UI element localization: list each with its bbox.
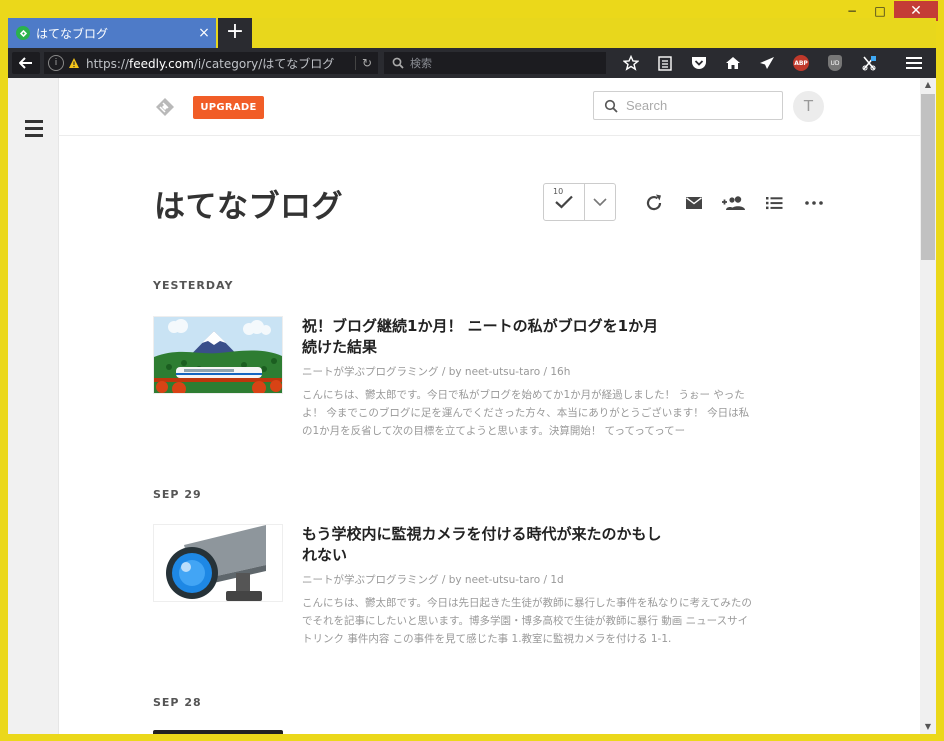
article-summary[interactable]: こんにちは、鬱太郎です。今日で私がブログを始めてか1か月が経過しました！ うぉー… — [302, 386, 754, 440]
search-icon — [604, 99, 618, 113]
reload-icon[interactable]: ↻ — [355, 56, 378, 70]
article-entry[interactable]: もう学校内に監視カメラを付ける時代が来たのかもしれない ニートが学ぶプログラミン… — [153, 524, 773, 654]
abp-label: ABP — [793, 55, 809, 71]
refresh-icon — [646, 194, 662, 211]
section-header-sep28: SEP 28 — [153, 696, 202, 709]
feedly-header: UPGRADE T — [58, 78, 920, 136]
add-people-icon — [722, 196, 745, 210]
mountain-train-illustration — [154, 317, 282, 393]
page-title: はてなブログ — [154, 189, 343, 225]
scrollbar-thumb[interactable] — [921, 94, 935, 260]
section-header-yesterday: YESTERDAY — [153, 279, 234, 292]
browser-menu-icon[interactable] — [902, 52, 926, 74]
feedly-search-box[interactable] — [593, 91, 783, 120]
tab-active[interactable]: はてなブログ × — [8, 18, 216, 48]
url-text[interactable]: https://feedly.com/i/category/はてなブログ — [86, 55, 355, 72]
more-horizontal-icon — [805, 201, 823, 205]
chevron-down-icon — [593, 198, 607, 206]
search-input[interactable] — [624, 97, 768, 114]
article-thumbnail[interactable] — [153, 730, 283, 734]
info-icon[interactable]: i — [48, 55, 64, 71]
section-header-sep29: SEP 29 — [153, 488, 202, 501]
article-meta[interactable]: ニートが学ぶプログラミング / by neet-utsu-taro / 16h — [302, 364, 570, 379]
feedly-favicon-icon — [16, 26, 30, 40]
refresh-button[interactable] — [634, 190, 674, 216]
adblock-plus-icon[interactable]: ABP — [784, 52, 818, 74]
url-path: /i/category/はてなブログ — [193, 56, 335, 71]
new-tab-button[interactable]: + — [218, 18, 252, 48]
back-arrow-icon — [19, 57, 32, 69]
email-button[interactable] — [674, 190, 714, 216]
url-domain: feedly.com — [129, 56, 194, 71]
email-icon — [686, 197, 702, 209]
page-viewport: UPGRADE T はてなブログ 10 — [8, 78, 936, 734]
reader-list-icon[interactable] — [648, 52, 682, 74]
tab-close-icon[interactable]: × — [192, 25, 216, 41]
article-title[interactable]: 祝！ブログ継続1か月！ ニートの私がブログを1か月続けた結果 — [302, 316, 662, 358]
left-rail — [8, 78, 59, 734]
check-icon — [555, 195, 573, 209]
mark-as-read-button[interactable]: 10 — [544, 184, 585, 220]
search-icon — [392, 57, 404, 69]
layout-list-button[interactable] — [754, 190, 794, 216]
mark-as-read-control: 10 — [543, 183, 616, 221]
ublock-icon[interactable]: UD — [818, 52, 852, 74]
article-summary[interactable]: こんにちは、鬱太郎です。今日は先日起きた生徒が教師に暴行した事件を私なりに考えて… — [302, 594, 754, 648]
navigation-toolbar: i https://feedly.com/i/category/はてなブログ ↻… — [8, 48, 936, 78]
article-thumbnail[interactable] — [153, 524, 283, 602]
send-icon[interactable] — [750, 52, 784, 74]
scroll-down-icon[interactable]: ▼ — [920, 720, 936, 734]
ub-label: UD — [828, 55, 842, 71]
hamburger-menu-icon[interactable] — [25, 120, 43, 137]
more-options-button[interactable] — [794, 190, 834, 216]
scroll-up-icon[interactable]: ▲ — [920, 78, 936, 92]
feed-actions — [634, 190, 834, 216]
browser-search-bar[interactable]: 検索 — [384, 52, 606, 74]
tab-strip: はてなブログ × + — [8, 18, 936, 48]
tab-title: はてなブログ — [36, 26, 109, 41]
security-camera-illustration — [154, 525, 282, 601]
avatar[interactable]: T — [793, 91, 824, 122]
home-icon[interactable] — [716, 52, 750, 74]
toolbar-icons: ABP UD — [614, 52, 886, 74]
address-bar[interactable]: i https://feedly.com/i/category/はてなブログ ↻ — [44, 52, 378, 74]
url-scheme: https:// — [86, 56, 130, 71]
window-frame: − □ ✕ はてなブログ × + i https://feedly.com/i/… — [0, 0, 944, 741]
insecure-lock-icon[interactable] — [68, 57, 80, 69]
feedly-logo-icon[interactable] — [154, 97, 176, 117]
article-thumbnail[interactable] — [153, 316, 283, 394]
back-button[interactable] — [12, 52, 40, 74]
bookmark-star-icon[interactable] — [614, 52, 648, 74]
browser-search-placeholder: 検索 — [410, 57, 432, 70]
upgrade-button[interactable]: UPGRADE — [193, 96, 264, 119]
pocket-icon[interactable] — [682, 52, 716, 74]
article-title[interactable]: もう学校内に監視カメラを付ける時代が来たのかもしれない — [302, 524, 662, 566]
mark-options-dropdown[interactable] — [585, 184, 615, 220]
unread-count: 10 — [553, 187, 564, 196]
screenshot-tool-icon[interactable] — [852, 52, 886, 74]
list-view-icon — [766, 197, 783, 210]
article-meta[interactable]: ニートが学ぶプログラミング / by neet-utsu-taro / 1d — [302, 572, 564, 587]
article-entry[interactable]: 祝！ブログ継続1か月！ ニートの私がブログを1か月続けた結果 ニートが学ぶプログ… — [153, 316, 773, 446]
vertical-scrollbar[interactable]: ▲ ▼ — [920, 78, 936, 734]
share-team-button[interactable] — [714, 190, 754, 216]
